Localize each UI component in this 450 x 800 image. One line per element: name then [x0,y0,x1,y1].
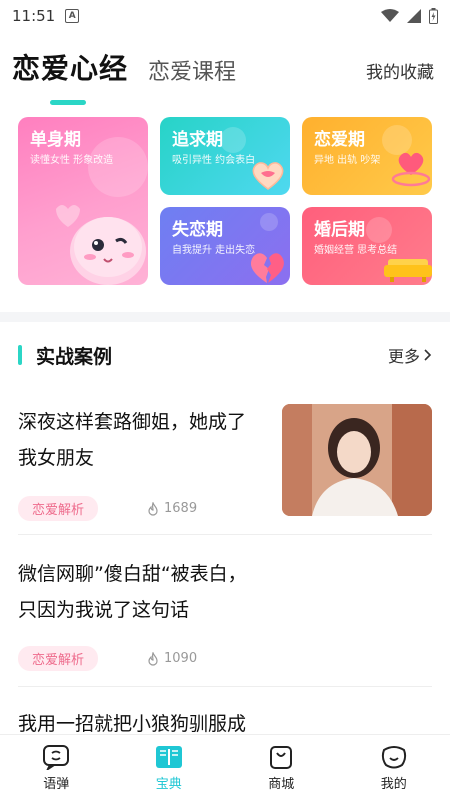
wifi-icon [381,9,399,22]
article-headline-line: 我用一招就把小狼狗驯服成 [18,713,247,735]
more-label: 更多 [387,347,420,366]
more-button[interactable]: 更多 [388,343,432,367]
battery-icon [429,8,438,24]
category-subtitle: 读懂女性 形象改造 [30,155,114,166]
nav-label: 商城 [268,776,295,792]
heart-hands-icon [252,162,284,190]
chat-bubble-icon [43,744,70,770]
category-title: 追求期 [172,130,223,150]
bottom-nav: 语弹 宝典 商城 我的 [0,734,450,800]
category-subtitle: 吸引异性 约会表白 [172,155,256,166]
article-headline-line: 只因为我说了这句话 [18,599,190,621]
status-time: 11:51 [12,7,56,25]
category-card-chasing[interactable]: 追求期 吸引异性 约会表白 [160,117,290,195]
list-divider [18,534,432,535]
portrait-photo [282,404,432,516]
smiley-face-icon [381,745,406,768]
category-tag[interactable]: 恋爱解析 [18,646,99,671]
book-icon [155,745,182,768]
category-grid: 单身期 读懂女性 形象改造 追求期 吸引异性 约会表白 恋爱期 异地 出轨 吵架 [18,117,432,287]
nav-label: 宝典 [155,776,182,792]
view-count: 1689 [146,501,197,516]
nav-label: 我的 [380,776,407,792]
category-card-dating[interactable]: 恋爱期 异地 出轨 吵架 [302,117,432,195]
article-headline-line: 微信网聊”傻白甜“被表白， [18,563,247,585]
category-card-married[interactable]: 婚后期 婚姻经营 思考总结 [302,207,432,285]
category-subtitle: 异地 出轨 吵架 [314,155,381,166]
tab-love-courses[interactable]: 恋爱课程 [148,54,236,86]
article-thumbnail[interactable] [282,404,432,516]
view-count: 1090 [146,651,197,666]
tab-love-tips[interactable]: 恋爱心经 [12,47,129,105]
signal-icon [407,9,421,23]
category-tag[interactable]: 恋爱解析 [18,496,99,521]
chevron-right-icon [424,349,432,361]
section-divider [0,312,450,322]
nav-item-profile[interactable]: 我的 [338,735,450,800]
shopping-bag-icon [270,745,293,769]
article-item[interactable]: 我用一招就把小狼狗驯服成 [18,706,432,736]
category-title: 恋爱期 [314,130,365,150]
broken-heart-icon [250,253,284,283]
flame-icon [148,651,158,666]
article-meta: 恋爱解析 1689 [18,496,197,521]
section-title: 实战案例 [36,345,113,368]
nav-item-chat[interactable]: 语弹 [0,735,113,800]
decor-bubble [366,217,392,243]
status-bar: 11:51 A [0,0,450,32]
nav-item-guide[interactable]: 宝典 [113,735,226,800]
article-item[interactable]: 深夜这样套路御姐，她成了 我女朋友 恋爱解析 1689 [18,404,432,522]
view-count-value: 1689 [164,501,198,516]
view-count-value: 1090 [164,651,198,666]
article-item[interactable]: 微信网聊”傻白甜“被表白， 只因为我说了这句话 恋爱解析 1090 [18,556,432,672]
my-favorites-link[interactable]: 我的收藏 [366,58,434,83]
tab-love-tips-label: 恋爱心经 [12,52,129,85]
active-tab-indicator [50,100,86,105]
cases-section-header: 实战案例 更多 [18,340,432,370]
article-meta: 恋爱解析 1090 [18,646,197,671]
decor-bubble [88,137,148,197]
status-right [381,8,438,24]
category-card-heartbreak[interactable]: 失恋期 自我提升 走出失恋 [160,207,290,285]
category-card-single[interactable]: 单身期 读懂女性 形象改造 [18,117,148,285]
pink-mascot-icon [56,205,146,285]
category-subtitle: 自我提升 走出失恋 [172,245,256,256]
category-title: 婚后期 [314,220,365,240]
category-title: 单身期 [30,130,81,150]
decor-bubble [260,213,278,231]
category-title: 失恋期 [172,220,223,240]
decor-bubble [220,127,246,153]
nav-label: 语弹 [43,776,70,792]
section-accent-bar [18,345,22,365]
notification-a-icon: A [65,9,80,23]
nav-item-shop[interactable]: 商城 [225,735,338,800]
sofa-icon [384,259,432,282]
flame-icon [148,501,158,516]
list-divider [18,686,432,687]
heart-orbit-icon [391,152,431,187]
top-nav: 恋爱心经 恋爱课程 我的收藏 [0,40,450,105]
